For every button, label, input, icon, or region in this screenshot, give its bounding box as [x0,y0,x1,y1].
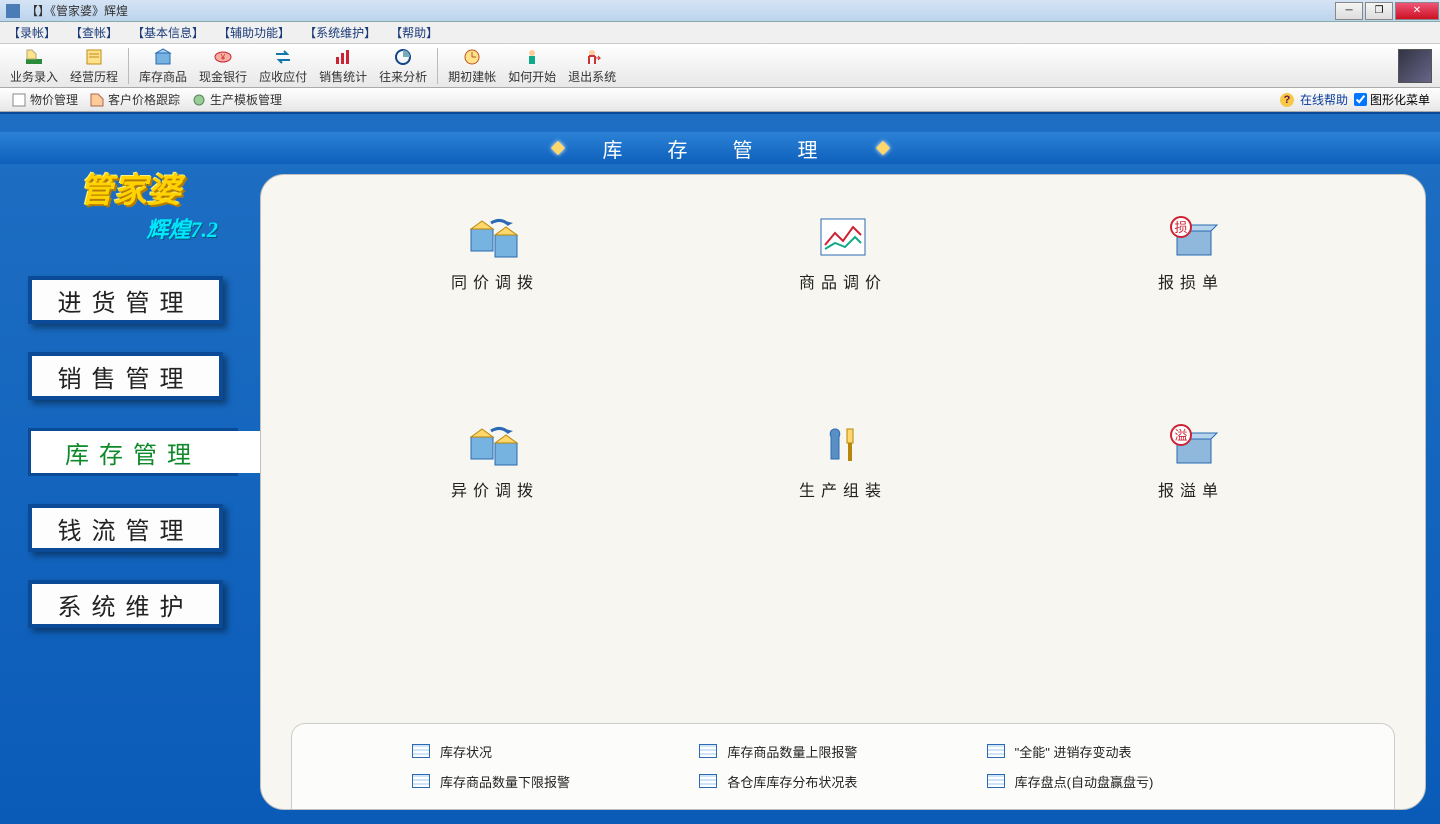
tb-analysis[interactable]: 往来分析 [373,45,433,87]
sidebar-item-purchase[interactable]: 进货管理 [28,276,223,324]
svg-text:损: 损 [1174,220,1187,235]
graphic-menu-checkbox[interactable] [1354,93,1367,106]
overflow-box-icon: 溢 [1163,423,1219,467]
svg-text:¥: ¥ [220,53,226,62]
main-area: 库 存 管 理 管家婆 辉煌7.2 进货管理 销售管理 库存管理 钱流管理 系统… [0,112,1440,824]
fn-same-price-transfer[interactable]: 同价调拨 [321,215,669,293]
tb2-price-manage[interactable]: 物价管理 [6,89,84,110]
table-icon [412,774,430,788]
clock-icon [462,47,482,67]
tb-receivable[interactable]: 应收应付 [253,45,313,87]
sidebar: 管家婆 辉煌7.2 进货管理 销售管理 库存管理 钱流管理 系统维护 [14,154,244,628]
money-icon: ¥ [213,47,233,67]
menu-basic[interactable]: 【基本信息】 [132,24,204,41]
pencil-icon [24,47,44,67]
fn-loss-report[interactable]: 损 报损单 [1017,215,1365,293]
online-help-link[interactable]: 在线帮助 [1300,91,1348,108]
tb-initial[interactable]: 期初建帐 [442,45,502,87]
loss-box-icon: 损 [1163,215,1219,259]
chart-icon [333,47,353,67]
exchange-icon [273,47,293,67]
tb-howto[interactable]: 如何开始 [502,45,562,87]
sidebar-item-sales[interactable]: 销售管理 [28,352,223,400]
tb-sales-stat[interactable]: 销售统计 [313,45,373,87]
bottom-links-panel: 库存状况 库存商品数量上限报警 "全能" 进销存变动表 库存商品数量下限报警 各… [291,723,1395,809]
svg-text:溢: 溢 [1174,428,1187,443]
tb-cash[interactable]: ¥现金银行 [193,45,253,87]
link-upper-alarm[interactable]: 库存商品数量上限报警 [699,742,986,761]
menubar: 【录帐】 【查帐】 【基本信息】 【辅助功能】 【系统维护】 【帮助】 [0,22,1440,44]
tag-icon [90,93,104,107]
menu-query[interactable]: 【查帐】 [70,24,118,41]
tb-history[interactable]: 经营历程 [64,45,124,87]
doc-icon [12,93,26,107]
help-icon[interactable]: ? [1280,93,1294,107]
function-grid: 同价调拨 商品调价 损 报损单 异价调拨 生产组装 溢 报溢单 [261,175,1425,511]
section-title: 库 存 管 理 [603,134,838,163]
fn-price-adjust[interactable]: 商品调价 [669,215,1017,293]
toolbar2-right: ? 在线帮助 图形化菜单 [1280,91,1440,108]
table-icon [699,744,717,758]
window-title: 【】《管家婆》辉煌 [26,2,1334,19]
minimize-button[interactable]: ─ [1335,2,1363,20]
sidebar-item-cashflow[interactable]: 钱流管理 [28,504,223,552]
tb2-customer-price[interactable]: 客户价格跟踪 [84,89,186,110]
tb-exit[interactable]: 退出系统 [562,45,622,87]
table-icon [987,774,1005,788]
tools-icon [815,423,871,467]
tb-inventory[interactable]: 库存商品 [133,45,193,87]
diamond-icon [550,141,564,155]
exit-icon [582,47,602,67]
graphic-menu-toggle[interactable]: 图形化菜单 [1354,91,1430,108]
fn-diff-price-transfer[interactable]: 异价调拨 [321,423,669,501]
menu-record[interactable]: 【录帐】 [8,24,56,41]
menu-help[interactable]: 【帮助】 [390,24,438,41]
sidebar-item-system[interactable]: 系统维护 [28,580,223,628]
menu-aux[interactable]: 【辅助功能】 [218,24,290,41]
price-chart-icon [815,215,871,259]
box-icon [153,47,173,67]
warehouse-swap-icon [467,215,523,259]
titlebar: 【】《管家婆》辉煌 ─ ❐ ✕ [0,0,1440,22]
table-icon [987,744,1005,758]
logo-sub: 辉煌7.2 [146,212,218,244]
person-icon [522,47,542,67]
link-lower-alarm[interactable]: 库存商品数量下限报警 [412,772,699,791]
app-icon [6,4,20,18]
tb2-production-template[interactable]: 生产模板管理 [186,89,288,110]
toolbar-secondary: 物价管理 客户价格跟踪 生产模板管理 ? 在线帮助 图形化菜单 [0,88,1440,112]
gear-icon [192,93,206,107]
diamond-icon [875,141,889,155]
link-stock-status[interactable]: 库存状况 [412,742,699,761]
logo-main: 管家婆 [79,163,181,212]
close-button[interactable]: ✕ [1395,2,1439,20]
menu-system[interactable]: 【系统维护】 [304,24,376,41]
warehouse-swap-icon [467,423,523,467]
link-stock-check[interactable]: 库存盘点(自动盘赢盘亏) [987,772,1274,791]
app-logo-cube-icon [1398,49,1432,83]
window-controls: ─ ❐ ✕ [1334,2,1440,20]
fn-production-assembly[interactable]: 生产组装 [669,423,1017,501]
content-panel: 同价调拨 商品调价 损 报损单 异价调拨 生产组装 溢 报溢单 [260,174,1426,810]
table-icon [412,744,430,758]
analysis-icon [393,47,413,67]
toolbar-main: 业务录入 经营历程 库存商品 ¥现金银行 应收应付 销售统计 往来分析 期初建帐… [0,44,1440,88]
sidebar-item-inventory[interactable]: 库存管理 [28,428,238,476]
logo: 管家婆 辉煌7.2 [22,158,238,248]
fn-overflow-report[interactable]: 溢 报溢单 [1017,423,1365,501]
tb-business-input[interactable]: 业务录入 [4,45,64,87]
maximize-button[interactable]: ❐ [1365,2,1393,20]
scroll-icon [84,47,104,67]
separator [437,48,438,84]
link-all-change[interactable]: "全能" 进销存变动表 [987,742,1274,761]
link-warehouse-dist[interactable]: 各仓库库存分布状况表 [699,772,986,791]
separator [128,48,129,84]
table-icon [699,774,717,788]
